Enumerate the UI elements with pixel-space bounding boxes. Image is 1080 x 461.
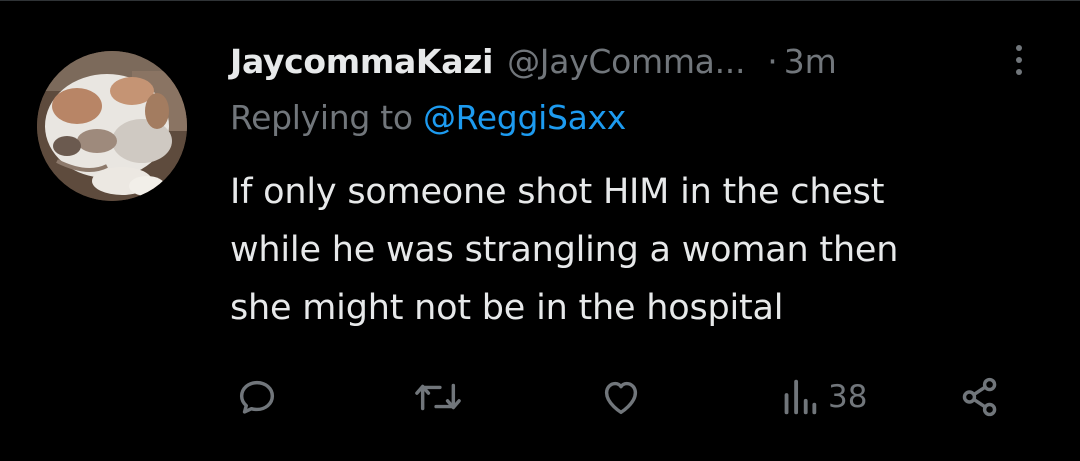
tweet-header: JaycommaKazi @JayComma... · 3m (230, 38, 837, 84)
share-icon (962, 377, 997, 417)
reply-mention-link[interactable]: @ReggiSaxx (423, 98, 626, 137)
tweet-text-line: If only someone shot HIM in the chest (230, 172, 885, 212)
reply-button[interactable] (234, 374, 280, 420)
divider (0, 0, 1080, 1)
views-icon (784, 379, 817, 415)
like-button[interactable] (597, 374, 645, 420)
views-button[interactable]: 38 (780, 374, 867, 420)
replying-to: Replying to @ReggiSaxx (230, 98, 626, 137)
tweet[interactable]: JaycommaKazi @JayComma... · 3m Replying … (0, 0, 1080, 461)
tweet-text-line: she might not be in the hospital (230, 288, 784, 328)
like-icon (604, 381, 638, 415)
more-options-button[interactable] (1004, 40, 1034, 80)
avatar-bulldog-image (37, 51, 187, 201)
separator-dot: · (767, 41, 778, 81)
share-button[interactable] (957, 374, 1003, 420)
retweet-icon (415, 383, 461, 411)
reply-icon (239, 380, 275, 414)
more-icon-dot (1016, 69, 1022, 75)
tweet-text: If only someone shot HIM in the chest wh… (230, 163, 1030, 337)
more-icon-dot (1016, 57, 1022, 63)
timestamp[interactable]: 3m (784, 42, 837, 81)
retweet-button[interactable] (410, 374, 466, 420)
views-count: 38 (828, 379, 868, 415)
display-name[interactable]: JaycommaKazi (230, 42, 493, 81)
user-handle[interactable]: @JayComma... (507, 42, 745, 81)
tweet-text-line: while he was strangling a woman then (230, 230, 899, 270)
replying-to-label: Replying to (230, 98, 413, 137)
more-icon-dot (1016, 45, 1022, 51)
avatar[interactable] (37, 51, 187, 201)
